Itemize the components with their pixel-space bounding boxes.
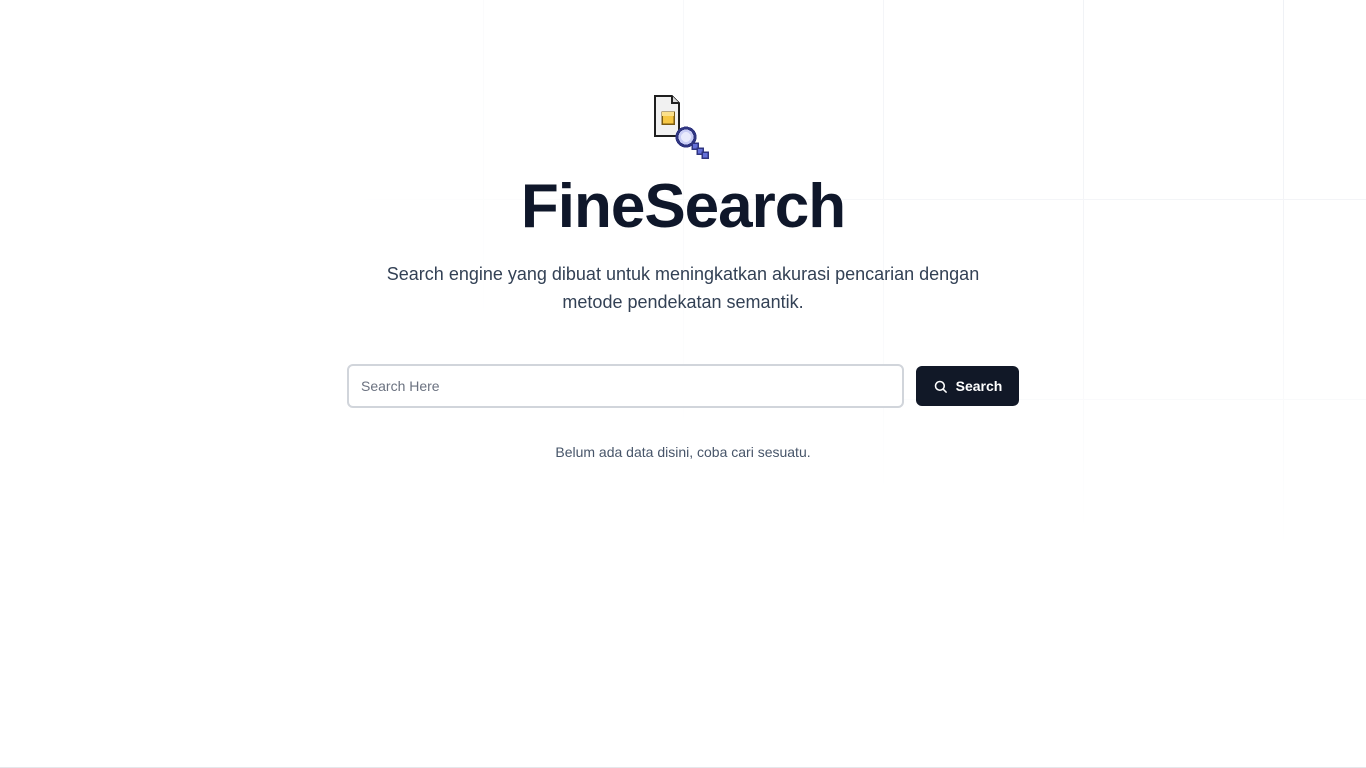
search-icon (934, 380, 947, 393)
search-button[interactable]: Search (916, 366, 1019, 406)
page-title: FineSearch (520, 172, 846, 241)
page-subtitle: Search engine yang dibuat untuk meningka… (386, 264, 980, 312)
search-button-label: Search (955, 378, 1003, 394)
document-search-icon (654, 95, 709, 159)
search-form: Search (347, 364, 1019, 408)
hero-section: FineSearch Search engine yang dibuat unt… (0, 94, 1366, 316)
search-input[interactable] (347, 364, 904, 408)
empty-results-message: Belum ada data disini, coba cari sesuatu… (555, 444, 811, 460)
